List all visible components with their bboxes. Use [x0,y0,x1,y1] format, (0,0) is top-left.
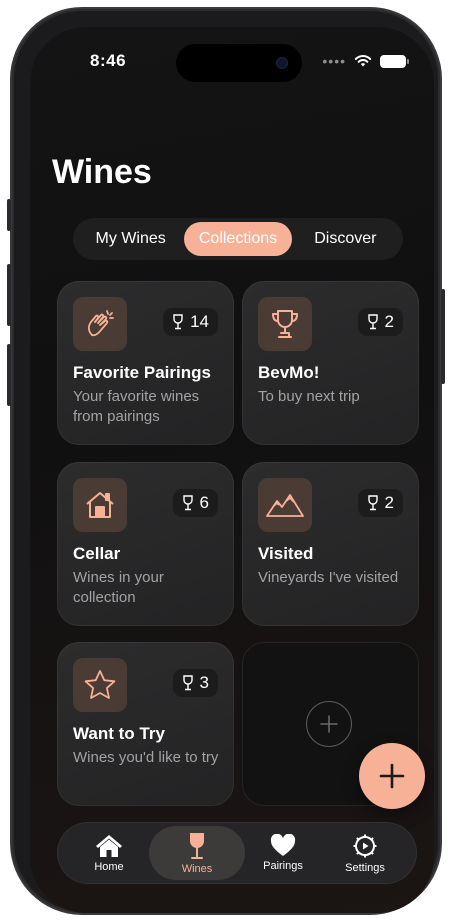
collection-card-cellar[interactable]: 6 Cellar Wines in your collection [57,462,234,626]
collection-description: Wines in your collection [73,569,164,606]
plus-icon [320,715,338,733]
collection-description: To buy next trip [258,388,360,405]
trophy-icon [258,297,312,351]
wine-glass-icon [173,314,183,330]
screen: 8:46 •••• Wines My Wines Collections Dis… [30,27,434,913]
wine-count-badge: 6 [172,489,218,517]
volume-down-button [7,344,11,406]
status-bar: 8:46 •••• [30,44,434,82]
clapping-hands-icon [73,297,127,351]
collection-title: Cellar [73,544,121,563]
heart-icon [270,834,296,856]
segment-discover[interactable]: Discover [292,222,399,256]
status-time: 8:46 [90,51,127,70]
star-icon [73,658,127,712]
tab-home[interactable]: Home [65,826,153,880]
tab-settings[interactable]: Settings [321,826,409,880]
wine-glass-icon [182,495,193,511]
wine-glass-icon [182,675,193,691]
house-icon [73,478,127,532]
segment-collections[interactable]: Collections [184,222,292,256]
tab-bar: Home Wines Pairings Settings [57,822,417,884]
phone-frame: 8:46 •••• Wines My Wines Collections Dis… [7,9,445,913]
volume-up-button [7,264,11,326]
mountains-icon [258,478,312,532]
camera-icon [276,57,288,69]
cellular-signal-icon: •••• [322,53,346,69]
segmented-control: My Wines Collections Discover [73,218,403,260]
dynamic-island [176,44,302,82]
collection-title: Favorite Pairings [73,363,211,382]
house-icon [96,834,122,857]
page-title: Wines [52,153,152,191]
wine-count-badge: 14 [163,308,218,336]
gear-icon [353,834,377,857]
collection-card-want-to-try[interactable]: 3 Want to Try Wines you'd like to try [57,642,234,806]
collection-title: Visited [258,544,314,563]
collection-description: Vineyards I've visited [258,569,399,586]
plus-icon [379,763,405,789]
tab-wines[interactable]: Wines [149,826,245,880]
action-button [7,199,11,231]
add-collection-button[interactable] [306,701,352,747]
power-button [441,289,445,384]
segment-my-wines[interactable]: My Wines [77,222,184,256]
wifi-icon [354,55,372,67]
wine-count-badge: 2 [357,308,403,336]
battery-icon [380,54,409,68]
collection-description: Your favorite wines from pairings [73,388,200,425]
collection-description: Wines you'd like to try [73,749,219,766]
wine-count-badge: 3 [172,669,218,697]
collection-card-visited[interactable]: 2 Visited Vineyards I've visited [242,462,419,626]
tab-pairings[interactable]: Pairings [239,826,327,880]
collection-card-favorite-pairings[interactable]: 14 Favorite Pairings Your favorite wines… [57,281,234,445]
collection-card-bevmo[interactable]: 2 BevMo! To buy next trip [242,281,419,445]
collection-title: Want to Try [73,724,165,743]
collection-title: BevMo! [258,363,320,382]
wine-glass-icon [367,495,378,511]
wine-glass-icon [190,832,204,859]
add-fab-button[interactable] [359,743,425,809]
wine-count-badge: 2 [357,489,403,517]
wine-glass-icon [367,314,378,330]
